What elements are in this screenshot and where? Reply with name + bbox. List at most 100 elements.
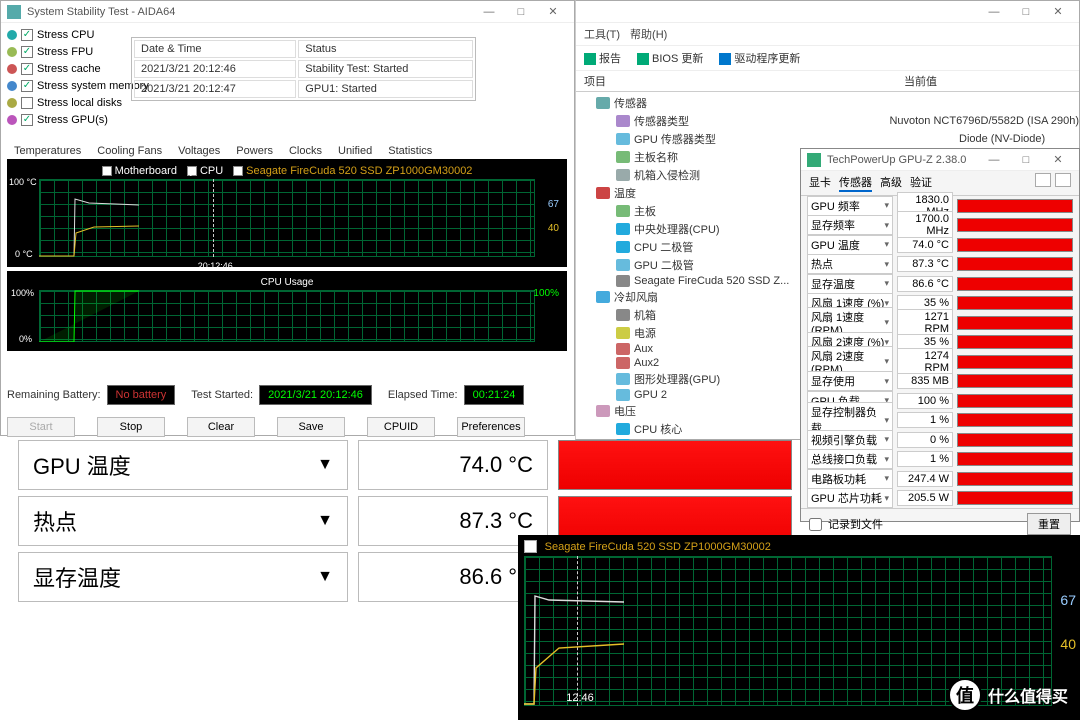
- preferences-button[interactable]: Preferences: [457, 417, 525, 437]
- sensor-value: 87.3 °C: [897, 256, 953, 272]
- sensor-label[interactable]: 热点: [807, 254, 893, 274]
- stress-checkbox[interactable]: Stress local disks: [7, 95, 149, 111]
- minimize-button[interactable]: —: [474, 2, 504, 22]
- event-log: Date & TimeStatus 2021/3/21 20:12:46Stab…: [131, 37, 476, 101]
- stress-checkbox[interactable]: ✓Stress system memory: [7, 78, 149, 94]
- temperature-graph: Motherboard ✓CPU Seagate FireCuda 520 SS…: [7, 159, 567, 267]
- sensor-label[interactable]: 总线接口负载: [807, 449, 893, 469]
- sensor-row: 视频引擎负载0 %: [801, 430, 1079, 450]
- sensor-bar: [957, 491, 1073, 505]
- sensor-row: 风扇 2速度 (RPM)1274 RPM: [801, 352, 1079, 372]
- r-cpu: 67: [548, 199, 559, 210]
- sensor-value: 86.6 °C: [897, 276, 953, 292]
- col-item: 项目: [584, 73, 904, 89]
- legend-ssd[interactable]: Seagate FireCuda 520 SSD ZP1000GM30002: [233, 165, 472, 177]
- legend-cpu[interactable]: ✓CPU: [187, 165, 223, 177]
- col-value: 当前值: [904, 73, 937, 89]
- menu-item[interactable]: 工具(T): [584, 26, 620, 42]
- tree-row[interactable]: 传感器类型Nuvoton NCT6796D/5582D (ISA 290h): [576, 112, 1079, 130]
- sensor-label[interactable]: 电路板功耗: [807, 469, 893, 489]
- sensor-row: GPU 芯片功耗205.5 W: [801, 489, 1079, 509]
- minimize-button[interactable]: —: [979, 150, 1009, 170]
- maximize-button[interactable]: □: [1011, 2, 1041, 22]
- reset-button[interactable]: 重置: [1027, 513, 1071, 535]
- sensor-bar: [957, 335, 1073, 349]
- graph-checkbox[interactable]: [524, 540, 537, 553]
- sensor-value: 1 %: [897, 412, 953, 428]
- clear-button[interactable]: Clear: [187, 417, 255, 437]
- sensor-row: GPU 温度74.0 °C: [801, 235, 1079, 255]
- sensor-label[interactable]: GPU 频率: [807, 196, 893, 216]
- zoom-label[interactable]: 显存温度: [18, 552, 348, 602]
- sensor-row: 显存使用835 MB: [801, 372, 1079, 392]
- close-button[interactable]: ✕: [1043, 2, 1073, 22]
- log-checkbox[interactable]: [809, 518, 822, 531]
- elapsed-value: 00:21:24: [464, 385, 525, 405]
- sensor-bar: [957, 277, 1073, 291]
- battery-label: Remaining Battery:: [7, 389, 101, 401]
- sensor-value: 205.5 W: [897, 490, 953, 506]
- gpuz-tab[interactable]: 显卡: [809, 174, 831, 192]
- cpuid-button[interactable]: CPUID: [367, 417, 435, 437]
- toolbar-item[interactable]: BIOS 更新: [637, 50, 703, 66]
- gpuz-tab[interactable]: 传感器: [839, 174, 872, 192]
- toolbar-item[interactable]: 报告: [584, 50, 621, 66]
- gpuz-tab[interactable]: 验证: [910, 174, 932, 192]
- save-button[interactable]: Save: [277, 417, 345, 437]
- hw-toolbar: 报告 BIOS 更新驱动程序更新: [576, 46, 1079, 71]
- sensor-value: 835 MB: [897, 373, 953, 389]
- close-button[interactable]: ✕: [1043, 150, 1073, 170]
- legend-mb[interactable]: Motherboard: [102, 165, 177, 177]
- stress-checkbox[interactable]: ✓Stress GPU(s): [7, 112, 149, 128]
- sensor-bar: [957, 355, 1073, 369]
- stop-button[interactable]: Stop: [97, 417, 165, 437]
- hw-titlebar[interactable]: — □ ✕: [576, 1, 1079, 23]
- sensor-bar: [957, 257, 1073, 271]
- r-ssd: 40: [548, 223, 559, 234]
- watermark: 值 什么值得买: [948, 678, 1068, 712]
- stress-checkbox[interactable]: ✓Stress CPU: [7, 27, 149, 43]
- screenshot-icon[interactable]: [1035, 173, 1051, 187]
- stress-checkbox[interactable]: ✓Stress cache: [7, 61, 149, 77]
- zoom-row: GPU 温度74.0 °C: [18, 440, 792, 490]
- toolbar-item[interactable]: 驱动程序更新: [719, 50, 800, 66]
- tree-row[interactable]: 传感器: [576, 94, 1079, 112]
- cpu-usage-graph: CPU Usage 100% 0% 100%: [7, 271, 567, 351]
- stress-checkbox[interactable]: ✓Stress FPU: [7, 44, 149, 60]
- maximize-button[interactable]: □: [506, 2, 536, 22]
- sensor-value: 0 %: [897, 432, 953, 448]
- sensor-row: 总线接口负载1 %: [801, 450, 1079, 470]
- sensor-label[interactable]: 显存使用: [807, 371, 893, 391]
- sensor-bar: [957, 316, 1073, 330]
- sensor-label[interactable]: GPU 温度: [807, 235, 893, 255]
- sensor-value: 247.4 W: [897, 471, 953, 487]
- log-label: 记录到文件: [828, 516, 883, 532]
- sensor-label[interactable]: GPU 芯片功耗: [807, 488, 893, 508]
- close-button[interactable]: ✕: [538, 2, 568, 22]
- zoom-label[interactable]: 热点: [18, 496, 348, 546]
- started-label: Test Started:: [191, 389, 253, 401]
- aida64-window: System Stability Test - AIDA64 — □ ✕ ✓St…: [0, 0, 575, 436]
- menu-icon[interactable]: [1055, 173, 1071, 187]
- aida-titlebar[interactable]: System Stability Test - AIDA64 — □ ✕: [1, 1, 574, 23]
- zoom-label[interactable]: GPU 温度: [18, 440, 348, 490]
- sensor-label[interactable]: 视频引擎负载: [807, 430, 893, 450]
- sensor-row: 显存控制器负载1 %: [801, 411, 1079, 431]
- sensor-bar: [957, 433, 1073, 447]
- sensor-bar: [957, 413, 1073, 427]
- sensor-bar: [957, 394, 1073, 408]
- maximize-button[interactable]: □: [1011, 150, 1041, 170]
- sensor-bar: [957, 452, 1073, 466]
- start-button[interactable]: Start: [7, 417, 75, 437]
- sensor-label[interactable]: 显存温度: [807, 274, 893, 294]
- gpuz-tab[interactable]: 高级: [880, 174, 902, 192]
- tree-row[interactable]: GPU 传感器类型Diode (NV-Diode): [576, 130, 1079, 148]
- sensor-row: 显存温度86.6 °C: [801, 274, 1079, 294]
- menu-item[interactable]: 帮助(H): [630, 26, 667, 42]
- sensor-value: 100 %: [897, 393, 953, 409]
- sensor-row: 热点87.3 °C: [801, 255, 1079, 275]
- gpuz-titlebar[interactable]: TechPowerUp GPU-Z 2.38.0 — □ ✕: [801, 149, 1079, 171]
- sensor-bar: [957, 472, 1073, 486]
- minimize-button[interactable]: —: [979, 2, 1009, 22]
- sensor-label[interactable]: 显存频率: [807, 215, 893, 235]
